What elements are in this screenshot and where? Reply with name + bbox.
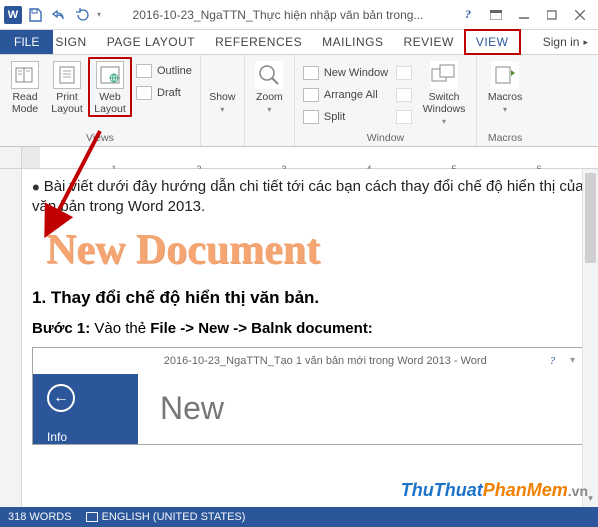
window-controls: ?: [454, 4, 594, 26]
web-layout-button[interactable]: Web Layout: [88, 57, 132, 117]
chevron-down-icon: ▾: [442, 117, 446, 126]
tab-mailings[interactable]: MAILINGS: [312, 30, 393, 54]
quick-access-toolbar: W ▾: [4, 4, 102, 26]
vertical-ruler[interactable]: [0, 169, 22, 507]
tab-file[interactable]: FILE: [0, 30, 53, 54]
group-macros: Macros ▾ Macros: [477, 55, 533, 146]
split-icon: [303, 110, 319, 124]
status-word-count[interactable]: 318 WORDS: [8, 511, 72, 523]
group-label-window: Window: [299, 131, 472, 146]
heading-new-document: New Document: [46, 226, 584, 274]
embedded-titlebar: 2016-10-23_NgaTTN_Tạo 1 văn bản mới tron…: [33, 348, 583, 374]
split-button[interactable]: Split: [303, 107, 388, 127]
reset-window-icon: [396, 110, 412, 124]
group-show: Show ▾: [201, 55, 245, 146]
heading-section-1: 1. Thay đổi chế độ hiển thị văn bản.: [32, 288, 584, 308]
status-bar: 318 WORDS ENGLISH (UNITED STATES): [0, 507, 598, 527]
embedded-screenshot: 2016-10-23_NgaTTN_Tạo 1 văn bản mới tron…: [32, 347, 584, 445]
ribbon-display-icon[interactable]: [482, 4, 510, 26]
embedded-new-heading: New: [160, 390, 583, 427]
chevron-down-icon: ▾: [503, 105, 507, 114]
tab-design-partial[interactable]: SIGN: [53, 30, 96, 54]
read-mode-button[interactable]: Read Mode: [4, 57, 46, 115]
scrollbar-thumb[interactable]: [585, 173, 596, 263]
reset-window-button[interactable]: [396, 107, 412, 127]
web-layout-icon: [96, 61, 124, 89]
minimize-icon[interactable]: [510, 4, 538, 26]
outline-button[interactable]: Outline: [136, 61, 192, 81]
status-language[interactable]: ENGLISH (UNITED STATES): [86, 511, 246, 523]
embedded-title: 2016-10-23_NgaTTN_Tạo 1 văn bản mới tron…: [101, 355, 550, 367]
view-side-by-side-button[interactable]: [396, 63, 412, 83]
tab-page-layout[interactable]: PAGE LAYOUT: [97, 30, 205, 54]
group-label-views: Views: [4, 131, 196, 146]
new-window-button[interactable]: New Window: [303, 63, 388, 83]
title-bar: W ▾ 2016-10-23_NgaTTN_Thực hiện nhập văn…: [0, 0, 598, 30]
read-mode-icon: [11, 61, 39, 89]
vertical-scrollbar[interactable]: ▴ ▾: [582, 169, 598, 507]
sign-in-link[interactable]: Sign in▸: [533, 30, 598, 54]
sync-scroll-icon: [396, 88, 412, 102]
draft-icon: [136, 86, 152, 100]
close-icon[interactable]: [566, 4, 594, 26]
draft-button[interactable]: Draft: [136, 83, 192, 103]
macros-icon: [491, 61, 519, 89]
side-by-side-icon: [396, 66, 412, 80]
redo-icon[interactable]: [72, 4, 94, 26]
paragraph-intro: •Bài viết dưới đây hướng dẫn chi tiết tớ…: [32, 177, 584, 218]
maximize-icon[interactable]: [538, 4, 566, 26]
ruler-corner: [0, 147, 22, 168]
document-area[interactable]: •Bài viết dưới đây hướng dẫn chi tiết tớ…: [0, 169, 598, 507]
macros-button[interactable]: Macros ▾: [481, 57, 529, 114]
window-title: 2016-10-23_NgaTTN_Thực hiện nhập văn bản…: [102, 8, 454, 22]
group-label-macros: Macros: [481, 131, 529, 146]
horizontal-ruler[interactable]: 1 2 3 4 5 6: [0, 147, 598, 169]
switch-windows-icon: [430, 61, 458, 89]
switch-windows-button[interactable]: Switch Windows ▾: [416, 57, 472, 126]
new-window-icon: [303, 66, 319, 80]
back-arrow-icon: ←: [47, 384, 75, 412]
outline-icon: [136, 64, 152, 78]
embedded-backstage-nav: ← Info: [33, 374, 138, 444]
word-app-icon[interactable]: W: [4, 6, 22, 24]
print-layout-button[interactable]: Print Layout: [46, 57, 88, 115]
chevron-down-icon: ▾: [267, 105, 271, 114]
arrange-all-button[interactable]: Arrange All: [303, 85, 388, 105]
group-zoom: Zoom ▾: [245, 55, 295, 146]
chevron-down-icon: ▾: [220, 105, 224, 114]
paragraph-step1: Bước 1: Vào thẻ File -> New -> Balnk doc…: [32, 320, 584, 337]
help-icon[interactable]: ?: [454, 4, 482, 26]
zoom-icon: [255, 61, 283, 89]
tab-view[interactable]: VIEW: [464, 29, 521, 55]
ribbon: Read Mode Print Layout Web Layout Outlin…: [0, 55, 598, 147]
group-views: Read Mode Print Layout Web Layout Outlin…: [0, 55, 201, 146]
undo-icon[interactable]: [48, 4, 70, 26]
sync-scroll-button[interactable]: [396, 85, 412, 105]
zoom-button[interactable]: Zoom ▾: [249, 57, 290, 114]
arrange-all-icon: [303, 88, 319, 102]
ribbon-tabs: FILE SIGN PAGE LAYOUT REFERENCES MAILING…: [0, 30, 598, 55]
group-window: New Window Arrange All Split Switch Wind…: [295, 55, 477, 146]
tab-references[interactable]: REFERENCES: [205, 30, 312, 54]
watermark-logo: ThuThuatPhanMem.vn: [401, 480, 588, 501]
tab-review[interactable]: REVIEW: [393, 30, 463, 54]
save-icon[interactable]: [24, 4, 46, 26]
print-layout-icon: [53, 61, 81, 89]
show-button[interactable]: Show ▾: [205, 57, 240, 114]
embedded-nav-info: Info: [47, 430, 67, 444]
